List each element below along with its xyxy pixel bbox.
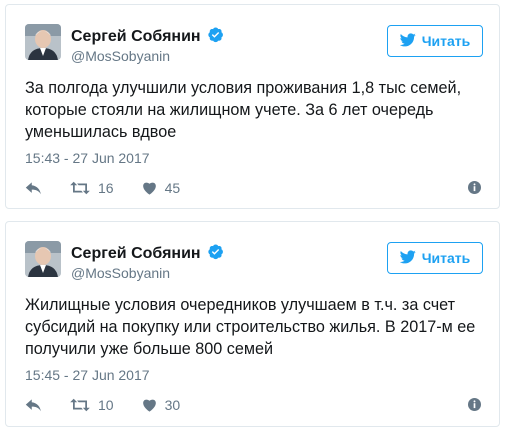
tweet-timestamp[interactable]: 15:43 - 27 Jun 2017	[25, 150, 150, 166]
author-name-text[interactable]: Сергей Собянин	[71, 28, 201, 45]
retweet-count: 10	[98, 397, 114, 413]
follow-button[interactable]: Читать	[387, 25, 483, 57]
tweet-timestamp[interactable]: 15:45 - 27 Jun 2017	[25, 367, 150, 383]
author-handle[interactable]: @MosSobyanin	[71, 265, 170, 281]
tweet-card[interactable]: Сергей Собянин @MosSobyanin Читать За по…	[5, 4, 500, 209]
follow-label: Читать	[421, 250, 471, 266]
tweet-text: За полгода улучшили условия проживания 1…	[25, 79, 462, 141]
retweet-button[interactable]: 10	[70, 397, 114, 413]
retweet-button[interactable]: 16	[70, 180, 114, 196]
like-button[interactable]: 30	[142, 397, 181, 413]
retweet-icon	[70, 398, 90, 412]
reply-icon	[25, 398, 42, 412]
follow-button[interactable]: Читать	[387, 242, 483, 274]
reply-icon	[25, 181, 42, 195]
like-count: 45	[164, 180, 181, 196]
follow-label: Читать	[421, 33, 471, 49]
like-icon	[142, 398, 157, 412]
like-count: 30	[164, 397, 181, 413]
twitter-bird-icon	[399, 32, 416, 50]
tweet-actions: 16 45	[25, 179, 481, 197]
reply-button[interactable]	[25, 181, 42, 195]
info-icon[interactable]	[468, 181, 481, 199]
tweet-card[interactable]: Сергей Собянин @MosSobyanin Читать Жилищ…	[5, 221, 500, 427]
author-handle[interactable]: @MosSobyanin	[71, 48, 170, 64]
author-name[interactable]: Сергей Собянин	[71, 26, 224, 48]
retweet-count: 16	[98, 180, 114, 196]
tweet-text: Жилищные условия очередников улучшаем в …	[25, 296, 476, 358]
author-name[interactable]: Сергей Собянин	[71, 243, 224, 265]
info-icon[interactable]	[468, 398, 481, 416]
verified-icon	[207, 243, 224, 265]
twitter-bird-icon	[399, 249, 416, 267]
tweet-actions: 10 30	[25, 396, 481, 414]
retweet-icon	[70, 181, 90, 195]
author-name-text[interactable]: Сергей Собянин	[71, 245, 201, 262]
avatar[interactable]	[25, 24, 61, 60]
avatar[interactable]	[25, 241, 61, 277]
like-icon	[142, 181, 157, 195]
reply-button[interactable]	[25, 398, 42, 412]
like-button[interactable]: 45	[142, 180, 181, 196]
verified-icon	[207, 26, 224, 48]
